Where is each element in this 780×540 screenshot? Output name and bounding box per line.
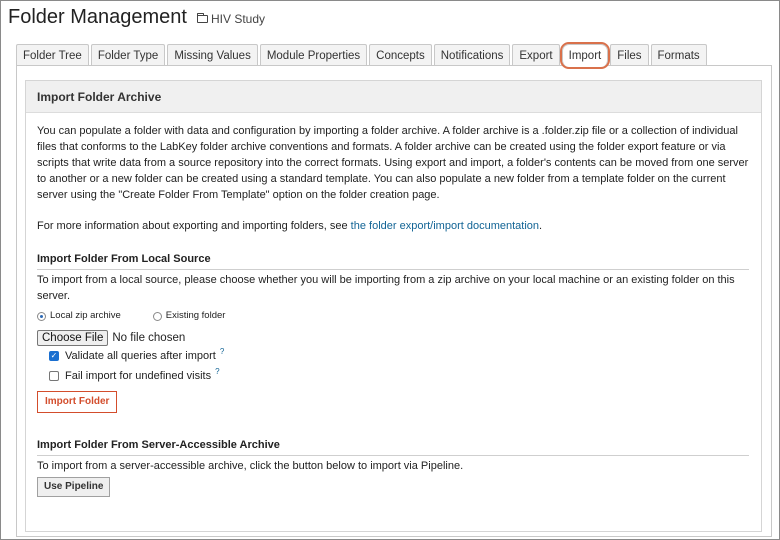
folder-name[interactable]: HIV Study bbox=[211, 12, 265, 26]
server-archive-text: To import from a server-accessible archi… bbox=[37, 460, 464, 472]
tab-concepts[interactable]: Concepts bbox=[369, 44, 432, 66]
tab-files[interactable]: Files bbox=[610, 44, 649, 66]
tab-folder-type[interactable]: Folder Type bbox=[90, 44, 166, 66]
local-source-text: To import from a local source, please ch… bbox=[37, 274, 735, 302]
file-status: No file chosen bbox=[112, 332, 186, 344]
tab-import[interactable]: Import bbox=[559, 42, 611, 69]
fail-help-icon[interactable]: ? bbox=[215, 364, 219, 380]
import-folder-archive-panel: Import Folder Archive You can populate a… bbox=[25, 80, 762, 532]
fail-undefined-visits-row: Fail import for undefined visits ? bbox=[49, 366, 749, 386]
server-archive-title: Import Folder From Server-Accessible Arc… bbox=[37, 437, 749, 456]
validate-queries-row: ✓ Validate all queries after import ? bbox=[49, 346, 749, 366]
folder-icon bbox=[196, 13, 208, 23]
tab-bar: Folder Tree Folder Type Missing Values M… bbox=[16, 42, 780, 69]
local-source-title: Import Folder From Local Source bbox=[37, 251, 749, 270]
tab-module-properties[interactable]: Module Properties bbox=[259, 44, 368, 66]
panel-heading: Import Folder Archive bbox=[26, 81, 761, 113]
tab-missing-values[interactable]: Missing Values bbox=[167, 44, 258, 66]
choose-file-button[interactable]: Choose File bbox=[37, 330, 109, 346]
validate-help-icon[interactable]: ? bbox=[220, 344, 224, 360]
more-info-prefix: For more information about exporting and… bbox=[37, 220, 351, 232]
page-header: Folder Management HIV Study bbox=[8, 6, 265, 32]
more-info-text: For more information about exporting and… bbox=[37, 218, 749, 234]
radio-local-zip-button[interactable] bbox=[37, 311, 46, 321]
import-folder-button[interactable]: Import Folder bbox=[37, 391, 118, 413]
validate-queries-label: Validate all queries after import bbox=[65, 350, 216, 362]
tab-notifications[interactable]: Notifications bbox=[433, 44, 511, 66]
tab-folder-tree[interactable]: Folder Tree bbox=[16, 44, 89, 66]
source-type-radios: Local zip archive Existing folder bbox=[37, 309, 749, 323]
documentation-link[interactable]: the folder export/import documentation bbox=[351, 220, 539, 232]
radio-local-zip-label: Local zip archive bbox=[50, 310, 121, 321]
validate-queries-checkbox[interactable]: ✓ bbox=[49, 351, 59, 361]
radio-existing-folder-label: Existing folder bbox=[165, 310, 226, 321]
radio-existing-folder-button[interactable] bbox=[152, 311, 162, 321]
folder-breadcrumb[interactable]: HIV Study bbox=[196, 12, 265, 26]
file-chooser: Choose File No file chosen bbox=[37, 330, 749, 346]
fail-undefined-visits-checkbox[interactable] bbox=[49, 371, 59, 381]
page-title: Folder Management bbox=[8, 6, 187, 28]
use-pipeline-button[interactable]: Use Pipeline bbox=[37, 477, 111, 497]
fail-undefined-visits-label: Fail import for undefined visits bbox=[65, 370, 212, 382]
radio-existing-folder[interactable]: Existing folder bbox=[152, 308, 226, 324]
intro-text: You can populate a folder with data and … bbox=[37, 125, 749, 201]
radio-local-zip[interactable]: Local zip archive bbox=[37, 308, 121, 324]
panel-body: You can populate a folder with data and … bbox=[26, 113, 761, 497]
tab-formats[interactable]: Formats bbox=[650, 44, 707, 66]
more-info-suffix: . bbox=[539, 220, 543, 232]
tab-export[interactable]: Export bbox=[512, 44, 560, 66]
